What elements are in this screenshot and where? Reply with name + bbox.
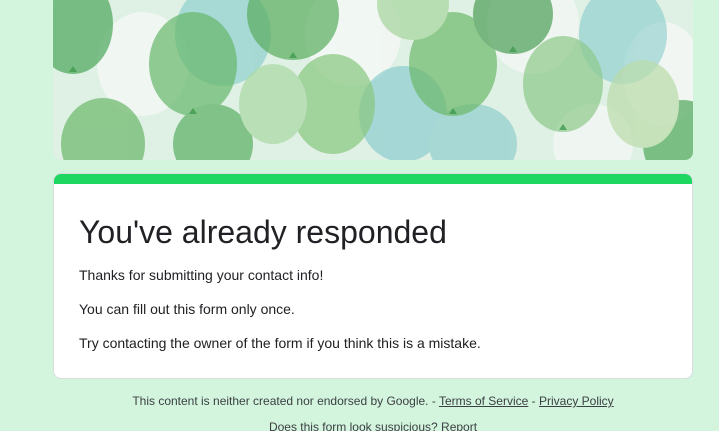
thanks-message: Thanks for submitting your contact info!: [79, 267, 324, 283]
privacy-policy-link[interactable]: Privacy Policy: [539, 394, 614, 408]
contact-owner-message: Try contacting the owner of the form if …: [79, 335, 481, 351]
balloons-banner-image: [53, 0, 693, 160]
disclaimer-text: This content is neither created nor endo…: [132, 394, 436, 408]
card-accent-bar: [54, 174, 692, 184]
once-only-message: You can fill out this form only once.: [79, 301, 295, 317]
suspicious-text: Does this form look suspicious?: [268, 420, 438, 431]
footer-report: Does this form look suspicious? Report: [53, 420, 693, 431]
page: You've already responded Thanks for subm…: [0, 0, 719, 431]
terms-of-service-link[interactable]: Terms of Service: [439, 394, 528, 408]
report-link[interactable]: Report: [441, 420, 477, 431]
page-title: You've already responded: [79, 214, 447, 250]
footer-separator: -: [531, 394, 536, 408]
already-responded-card: You've already responded Thanks for subm…: [53, 173, 693, 379]
footer-disclaimer: This content is neither created nor endo…: [53, 394, 693, 408]
